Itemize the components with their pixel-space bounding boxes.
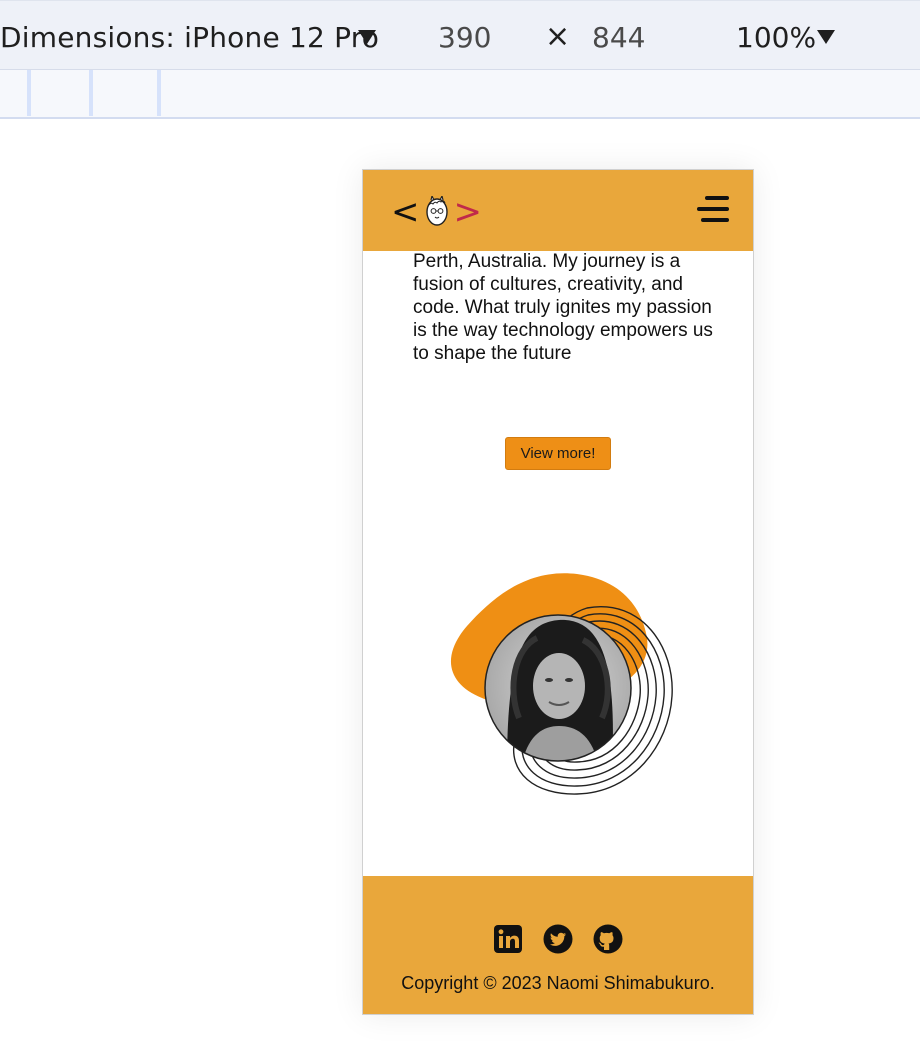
device-dimensions-dropdown[interactable]: Dimensions: iPhone 12 Pro: [0, 21, 379, 54]
twitter-icon[interactable]: [543, 924, 573, 954]
logo-right-bracket: >: [453, 192, 483, 232]
github-icon[interactable]: [593, 924, 623, 954]
dimension-separator: ×: [545, 19, 571, 54]
site-header: < >: [363, 170, 753, 251]
site-logo[interactable]: < >: [391, 192, 482, 232]
viewport-height-input[interactable]: 844: [592, 21, 645, 54]
media-query-marker[interactable]: [27, 70, 31, 116]
site-footer: Copyright © 2023 Naomi Shimabukuro.: [363, 876, 753, 1014]
social-links: [363, 924, 753, 954]
view-more-button[interactable]: View more!: [505, 437, 611, 470]
devtools-device-toolbar: Dimensions: iPhone 12 Pro 390 × 844 100%: [0, 0, 920, 70]
intro-paragraph: Perth, Australia. My journey is a fusion…: [413, 251, 713, 364]
portrait-illustration: [450, 573, 673, 795]
device-viewport: < > Perth, Australia. My journey is a fu…: [362, 169, 754, 1015]
zoom-caret-icon[interactable]: [817, 30, 835, 44]
hamburger-menu-icon[interactable]: [697, 196, 729, 224]
zoom-dropdown[interactable]: 100%: [736, 21, 816, 54]
media-query-marker[interactable]: [157, 70, 161, 116]
linkedin-icon[interactable]: [493, 924, 523, 954]
dimensions-caret-icon[interactable]: [358, 30, 376, 44]
llama-icon: [425, 196, 448, 226]
media-query-bar: [0, 70, 920, 119]
logo-left-bracket: <: [391, 192, 420, 232]
viewport-width-input[interactable]: 390: [438, 21, 491, 54]
copyright-text: Copyright © 2023 Naomi Shimabukuro.: [401, 973, 715, 993]
media-query-marker[interactable]: [89, 70, 93, 116]
